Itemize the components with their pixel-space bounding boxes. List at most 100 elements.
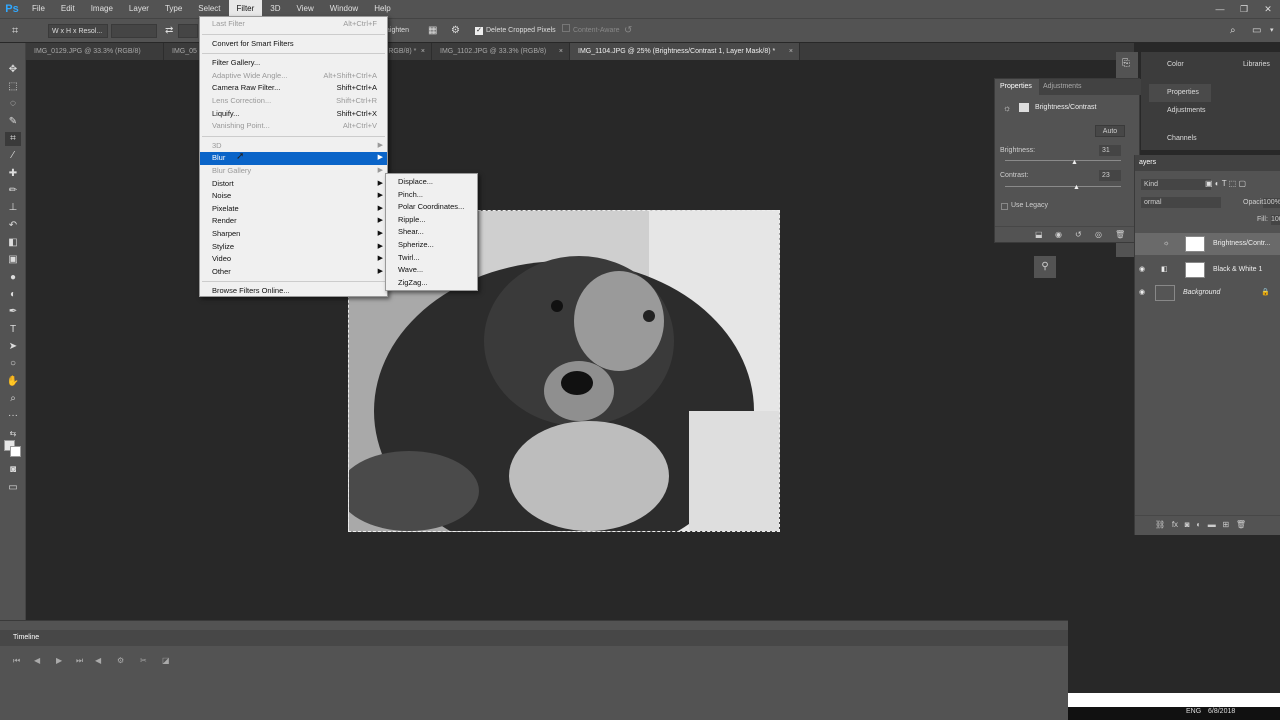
blend-mode-dropdown[interactable]: ormal: [1141, 197, 1221, 208]
submenu-item-pinch[interactable]: Pinch...: [386, 189, 477, 202]
new-layer-icon[interactable]: ⊞: [1222, 520, 1229, 529]
libraries-panel-button[interactable]: Libraries: [1225, 56, 1270, 74]
menu-item-render[interactable]: Render ▶: [200, 215, 387, 228]
crop-tool-icon[interactable]: ⌗: [5, 132, 21, 146]
submenu-item-spherize[interactable]: Spherize...: [386, 239, 477, 252]
width-input[interactable]: [111, 24, 157, 38]
brightness-slider-track[interactable]: [1005, 160, 1121, 161]
dodge-tool-icon[interactable]: ◐: [5, 288, 21, 302]
screen-mode-icon[interactable]: ▭: [5, 481, 21, 495]
menu-item-other[interactable]: Other ▶: [200, 266, 387, 279]
visibility-eye-icon[interactable]: ◎: [1095, 230, 1102, 239]
layer-name[interactable]: Black & White 1: [1213, 259, 1262, 281]
audio-icon[interactable]: ◀: [95, 656, 101, 665]
menu-item-stylize[interactable]: Stylize ▶: [200, 241, 387, 254]
lasso-tool-icon[interactable]: ◌: [5, 97, 21, 111]
clip-to-layer-icon[interactable]: ⬓: [1035, 230, 1043, 239]
brightness-slider-thumb[interactable]: ▲: [1071, 159, 1078, 166]
quick-select-tool-icon[interactable]: ✎: [5, 115, 21, 129]
submenu-item-displace[interactable]: Displace...: [386, 176, 477, 189]
menu-item-noise[interactable]: Noise ▶: [200, 190, 387, 203]
tab-img-05[interactable]: IMG_05: [164, 43, 200, 60]
menu-item-distort[interactable]: Distort ▶: [200, 178, 387, 191]
language-indicator[interactable]: ENG: [1186, 708, 1201, 715]
menu-item-adaptive-wide-angle[interactable]: Adaptive Wide Angle... Alt+Shift+Ctrl+A: [200, 70, 387, 83]
visibility-eye-icon[interactable]: ◉: [1139, 259, 1145, 281]
tab-adjustments[interactable]: Adjustments: [1043, 79, 1082, 95]
use-legacy-checkbox[interactable]: [1001, 203, 1008, 210]
layer-name[interactable]: Background: [1183, 282, 1220, 304]
layer-row-black-white[interactable]: ◉ ◧ Black & White 1: [1135, 259, 1280, 281]
tab-rgb[interactable]: (RGB/8) * ×: [384, 43, 432, 60]
close-tab-icon[interactable]: ×: [421, 43, 425, 60]
tab-layers[interactable]: ayers: [1139, 159, 1156, 166]
menu-item-video[interactable]: Video ▶: [200, 253, 387, 266]
more-tools-icon[interactable]: ···: [5, 409, 21, 423]
layer-mask-thumbnail[interactable]: [1185, 236, 1205, 252]
trash-icon[interactable]: 🗑: [1236, 520, 1246, 529]
submenu-item-polar-coordinates[interactable]: Polar Coordinates...: [386, 201, 477, 214]
menu-item-vanishing-point[interactable]: Vanishing Point... Alt+Ctrl+V: [200, 120, 387, 133]
menu-item-sharpen[interactable]: Sharpen ▶: [200, 228, 387, 241]
hand-tool-icon[interactable]: ✋: [5, 375, 21, 389]
play-icon[interactable]: ▶: [56, 656, 62, 665]
blur-tool-icon[interactable]: ●: [5, 271, 21, 285]
delete-cropped-checkbox[interactable]: ✓ Delete Cropped Pixels: [475, 24, 556, 38]
search-icon[interactable]: ⌕: [1230, 24, 1236, 38]
eraser-tool-icon[interactable]: ◧: [5, 236, 21, 250]
history-brush-icon[interactable]: ↶: [5, 219, 21, 233]
menu-item-liquify[interactable]: Liquify... Shift+Ctrl+X: [200, 108, 387, 121]
add-mask-icon[interactable]: ◙: [1185, 520, 1190, 529]
healing-tool-icon[interactable]: ✚: [5, 167, 21, 181]
type-tool-icon[interactable]: T: [5, 323, 21, 337]
default-colors-icon[interactable]: ⇆: [5, 427, 21, 441]
reset-icon[interactable]: ↺: [624, 24, 632, 38]
workspace-icon[interactable]: ▭: [1252, 24, 1261, 38]
menu-image[interactable]: Image: [83, 0, 121, 18]
height-input[interactable]: [178, 24, 198, 38]
close-tab-icon[interactable]: ×: [559, 43, 563, 60]
menu-item-pixelate[interactable]: Pixelate ▶: [200, 203, 387, 216]
layer-name[interactable]: Brightness/Contr...: [1213, 233, 1271, 255]
path-select-icon[interactable]: ➤: [5, 340, 21, 354]
split-icon[interactable]: ✂: [140, 656, 147, 665]
submenu-item-zigzag[interactable]: ZigZag...: [386, 277, 477, 290]
shape-tool-icon[interactable]: ○: [5, 357, 21, 371]
mask-icon[interactable]: [1019, 103, 1029, 112]
workspace-chevron-icon[interactable]: ▾: [1270, 24, 1274, 38]
tab-img-1102[interactable]: IMG_1102.JPG @ 33.3% (RGB/8) ×: [432, 43, 570, 60]
pen-tool-icon[interactable]: ✒: [5, 305, 21, 319]
fill-input[interactable]: 100%: [1271, 215, 1280, 225]
view-previous-icon[interactable]: ◉: [1055, 230, 1062, 239]
opacity-input[interactable]: 100%: [1263, 198, 1280, 208]
menu-layer[interactable]: Layer: [121, 0, 157, 18]
straighten-label[interactable]: aighten: [386, 24, 409, 38]
layer-row-brightness[interactable]: ☼ Brightness/Contr...: [1135, 233, 1280, 255]
new-adjustment-icon[interactable]: ◐: [1196, 520, 1201, 529]
menu-edit[interactable]: Edit: [53, 0, 83, 18]
submenu-item-twirl[interactable]: Twirl...: [386, 252, 477, 265]
visibility-eye-icon[interactable]: ◉: [1139, 282, 1145, 304]
next-frame-icon[interactable]: ⏭: [76, 656, 83, 666]
stamp-tool-icon[interactable]: ⊥: [5, 201, 21, 215]
adjustments-panel-button[interactable]: Adjustments: [1149, 102, 1206, 120]
menu-item-last-filter[interactable]: Last Filter Alt+Ctrl+F: [200, 18, 387, 31]
submenu-item-shear[interactable]: Shear...: [386, 226, 477, 239]
ratio-dropdown[interactable]: W x H x Resol...: [48, 24, 108, 38]
background-color-swatch[interactable]: [10, 446, 21, 457]
puppet-warp-icon[interactable]: ⚲: [1034, 256, 1056, 278]
content-aware-checkbox[interactable]: Content-Aware: [562, 24, 620, 38]
layer-mask-thumbnail[interactable]: [1185, 262, 1205, 278]
minimize-icon[interactable]: —: [1208, 0, 1232, 18]
brush-tool-icon[interactable]: ✏: [5, 184, 21, 198]
close-tab-icon[interactable]: ×: [789, 43, 793, 60]
eyedropper-tool-icon[interactable]: ⁄: [5, 149, 21, 163]
zoom-tool-icon[interactable]: ⌕: [5, 392, 21, 406]
link-icon[interactable]: ⛓: [1155, 520, 1165, 529]
reset-adjustment-icon[interactable]: ↺: [1075, 230, 1082, 239]
gradient-tool-icon[interactable]: ▣: [5, 253, 21, 267]
new-group-icon[interactable]: ▬: [1208, 520, 1216, 529]
tab-img-1104[interactable]: IMG_1104.JPG @ 25% (Brightness/Contrast …: [570, 43, 800, 60]
menu-item-convert-smart-filters[interactable]: Convert for Smart Filters: [200, 38, 387, 51]
marquee-tool-icon[interactable]: ⬚: [5, 80, 21, 94]
